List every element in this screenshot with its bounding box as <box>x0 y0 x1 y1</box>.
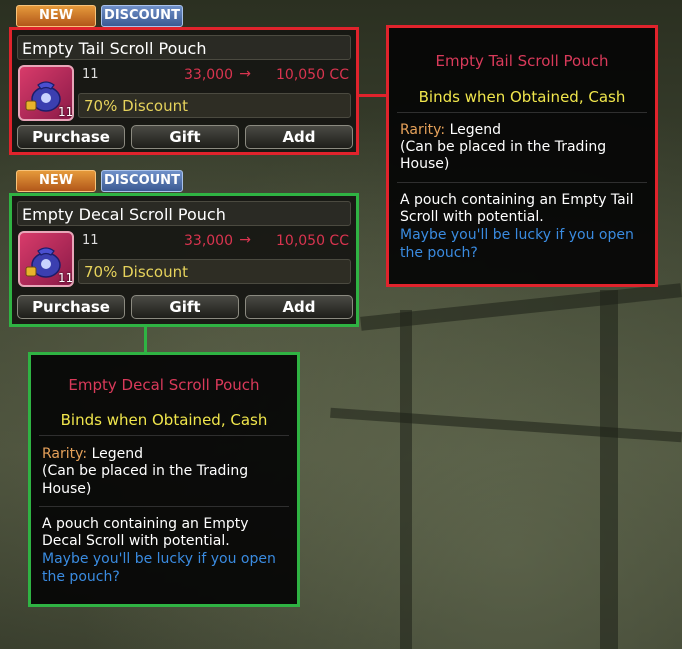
item-name: Empty Tail Scroll Pouch <box>17 35 351 60</box>
tooltip-description: A pouch containing an Empty Tail <box>400 192 634 208</box>
tooltip-title: Empty Tail Scroll Pouch <box>435 52 609 70</box>
rarity-label: Rarity: <box>400 122 446 138</box>
tooltip-trade-note: House) <box>42 481 92 497</box>
item-icon-slot[interactable]: 11 <box>18 231 74 287</box>
new-tag: NEW <box>16 170 96 192</box>
rarity-value: Legend <box>449 122 502 138</box>
price-arrow: → <box>239 232 251 248</box>
rarity-value: Legend <box>91 446 144 462</box>
purchase-button[interactable]: Purchase <box>17 125 125 149</box>
stack-count: 11 <box>58 271 74 285</box>
tooltip-trade-note: (Can be placed in the Trading <box>400 139 607 155</box>
tooltip-connector <box>359 94 388 97</box>
quantity-text: 11 <box>82 67 99 82</box>
quantity-text: 11 <box>82 233 99 248</box>
discounted-price: 10,050 CC <box>276 233 349 249</box>
divider <box>39 506 289 507</box>
tooltip-binds: Binds when Obtained, Cash <box>60 411 268 429</box>
item-info: 11 33,000 → 10,050 CC 70% Discount <box>78 65 351 121</box>
gift-button[interactable]: Gift <box>131 295 239 319</box>
original-price: 33,000 <box>184 233 233 249</box>
discounted-price: 10,050 CC <box>276 67 349 83</box>
tooltip-description: A pouch containing an Empty <box>42 516 249 532</box>
item-card-decal-scroll-pouch[interactable]: Empty Decal Scroll Pouch 11 11 33,000 → … <box>9 193 359 327</box>
tooltip-hint: the pouch? <box>42 569 120 585</box>
new-tag: NEW <box>16 5 96 27</box>
discount-tag: DISCOUNT <box>101 5 183 27</box>
purchase-button[interactable]: Purchase <box>17 295 125 319</box>
tooltip-title: Empty Decal Scroll Pouch <box>68 376 260 394</box>
tooltip-hint: Maybe you'll be lucky if you open <box>42 551 276 567</box>
tooltip-connector <box>144 327 147 354</box>
tooltip-trade-note: (Can be placed in the Trading <box>42 463 249 479</box>
divider <box>397 182 647 183</box>
item-tooltip-decal: Empty Decal Scroll Pouch Binds when Obta… <box>28 352 300 607</box>
tooltip-rarity: Rarity: Legend <box>400 122 501 138</box>
gift-button[interactable]: Gift <box>131 125 239 149</box>
discount-tag: DISCOUNT <box>101 170 183 192</box>
background-pillar <box>400 310 412 649</box>
discount-row: 70% Discount <box>78 93 351 118</box>
original-price: 33,000 <box>184 67 233 83</box>
discount-text: 70% Discount <box>84 263 188 281</box>
discount-row: 70% Discount <box>78 259 351 284</box>
item-info: 11 33,000 → 10,050 CC 70% Discount <box>78 231 351 287</box>
discount-text: 70% Discount <box>84 97 188 115</box>
divider <box>397 112 647 113</box>
item-icon-slot[interactable]: 11 <box>18 65 74 121</box>
tooltip-rarity: Rarity: Legend <box>42 446 143 462</box>
add-button[interactable]: Add <box>245 125 353 149</box>
tooltip-hint: Maybe you'll be lucky if you open <box>400 227 634 243</box>
rarity-label: Rarity: <box>42 446 88 462</box>
tooltip-description: Decal Scroll with potential. <box>42 533 230 549</box>
price-arrow: → <box>239 66 251 82</box>
divider <box>39 435 289 436</box>
item-name: Empty Decal Scroll Pouch <box>17 201 351 226</box>
background-pillar <box>600 290 618 649</box>
item-card-tail-scroll-pouch[interactable]: Empty Tail Scroll Pouch 11 11 33,000 → 1… <box>9 27 359 155</box>
tooltip-hint: the pouch? <box>400 245 478 261</box>
add-button[interactable]: Add <box>245 295 353 319</box>
background-beam <box>330 407 682 443</box>
stack-count: 11 <box>58 105 74 119</box>
item-tooltip-tail: Empty Tail Scroll Pouch Binds when Obtai… <box>386 25 658 287</box>
tooltip-trade-note: House) <box>400 156 450 172</box>
tooltip-description: Scroll with potential. <box>400 209 544 225</box>
tooltip-binds: Binds when Obtained, Cash <box>418 88 626 106</box>
